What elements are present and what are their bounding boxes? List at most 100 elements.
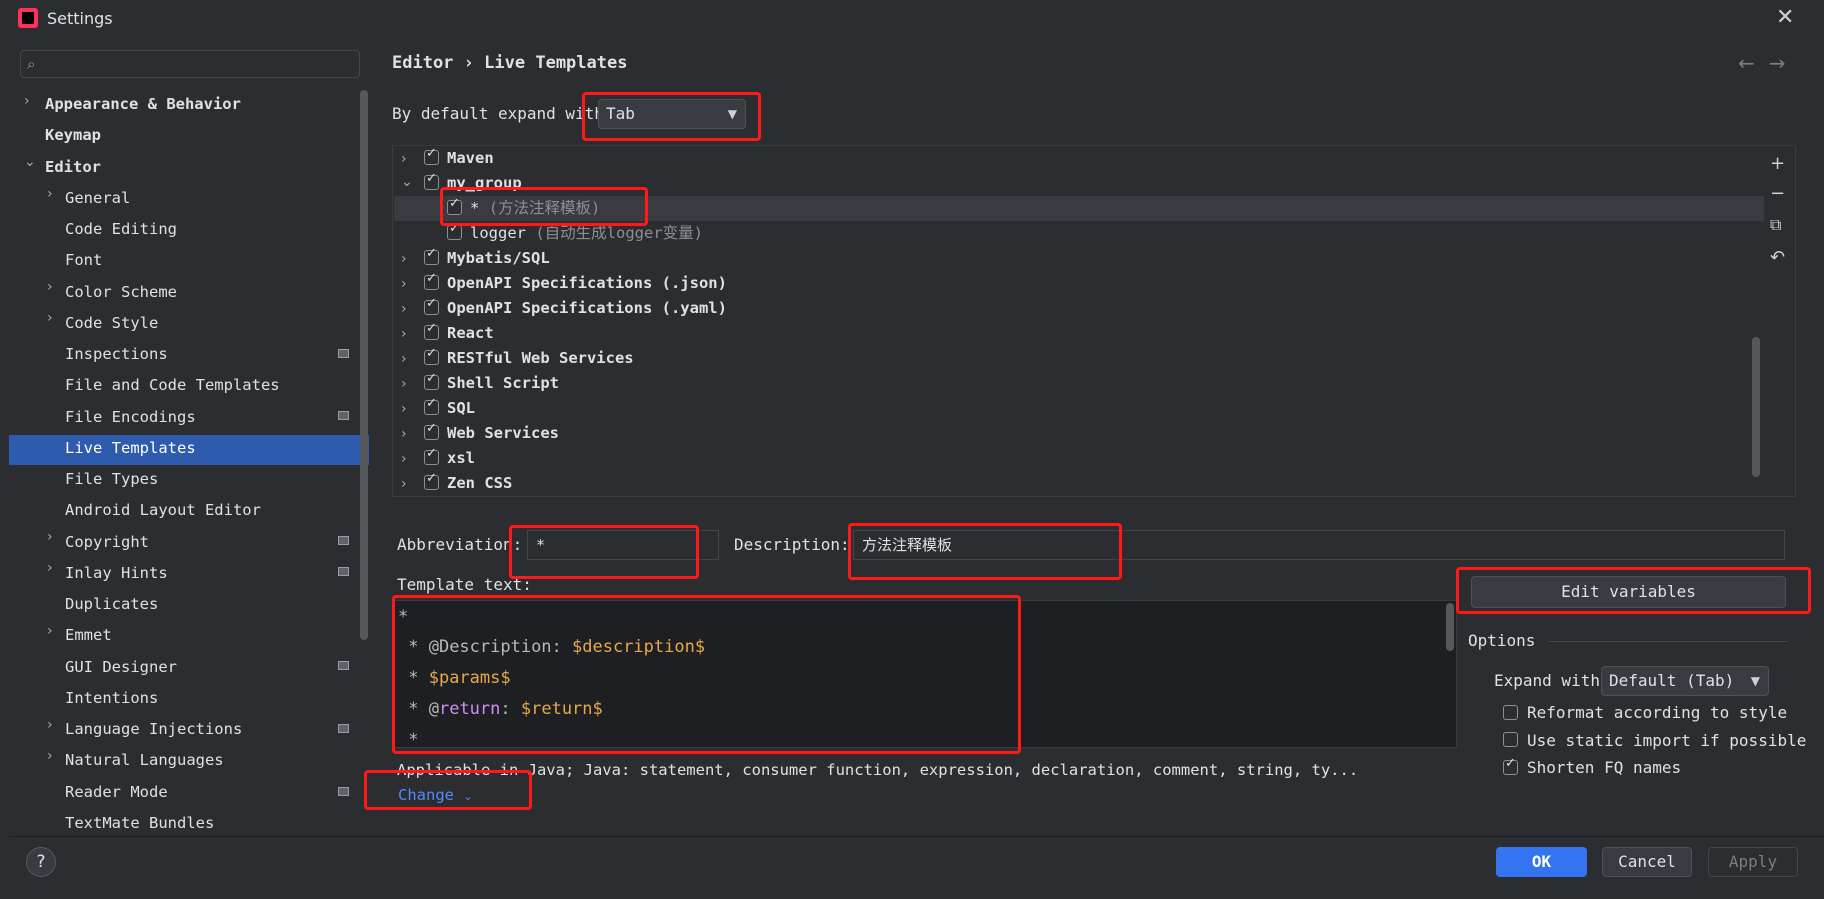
chevron-right-icon[interactable]: › [47, 279, 53, 295]
template-group-sql[interactable]: SQL [447, 395, 475, 421]
chevron-right-icon[interactable]: › [47, 529, 53, 545]
help-button[interactable]: ? [26, 847, 56, 877]
shorten-fq-checkbox[interactable] [1503, 756, 1518, 775]
template-item-logger[interactable]: logger (自动生成logger变量) [470, 220, 703, 246]
checkbox[interactable] [424, 296, 439, 315]
template-group-maven[interactable]: Maven [447, 145, 494, 171]
checkbox[interactable] [424, 171, 439, 190]
template-group-shell[interactable]: Shell Script [447, 370, 559, 396]
template-item-star[interactable]: * (方法注释模板) [470, 195, 600, 221]
checkbox[interactable] [447, 196, 462, 215]
default-expand-dropdown[interactable]: Tab ▼ [598, 99, 746, 129]
sidebar-item-code-style[interactable]: Code Style [65, 310, 158, 336]
back-arrow-icon[interactable]: ← [1738, 51, 1769, 75]
sidebar-item-language-injections[interactable]: Language Injections [65, 716, 242, 742]
sidebar-item-reader-mode[interactable]: Reader Mode [65, 779, 168, 805]
chevron-right-icon[interactable]: › [401, 426, 407, 442]
template-text-editor[interactable] [392, 600, 1457, 748]
abbreviation-field[interactable]: * [527, 530, 719, 560]
forward-arrow-icon[interactable]: → [1769, 51, 1800, 75]
shorten-fq-label[interactable]: Shorten FQ names [1527, 758, 1681, 777]
sidebar-item-natural-languages[interactable]: Natural Languages [65, 747, 224, 773]
description-field[interactable]: 方法注释模板 [853, 530, 1785, 560]
chevron-right-icon[interactable]: › [401, 151, 407, 167]
ok-button[interactable]: OK [1496, 847, 1587, 877]
sidebar-item-file-types[interactable]: File Types [65, 466, 158, 492]
chevron-right-icon[interactable]: › [401, 326, 407, 342]
sidebar-item-color-scheme[interactable]: Color Scheme [65, 279, 177, 305]
template-group-xsl[interactable]: xsl [447, 445, 475, 471]
checkbox[interactable] [424, 446, 439, 465]
template-group-my-group[interactable]: my_group [447, 170, 522, 196]
close-icon[interactable]: ✕ [1776, 5, 1794, 30]
change-contexts-link[interactable]: Change ⌄ [398, 786, 473, 804]
search-input[interactable] [20, 50, 360, 78]
sidebar-item-textmate-bundles[interactable]: TextMate Bundles [65, 810, 214, 836]
template-group-openapi-json[interactable]: OpenAPI Specifications (.json) [447, 270, 727, 296]
template-group-openapi-yaml[interactable]: OpenAPI Specifications (.yaml) [447, 295, 727, 321]
sidebar-item-font[interactable]: Font [65, 247, 102, 273]
checkbox[interactable] [424, 371, 439, 390]
cancel-button[interactable]: Cancel [1602, 847, 1692, 877]
sidebar-item-appearance[interactable]: Appearance & Behavior [45, 91, 241, 117]
add-icon[interactable]: + [1770, 153, 1785, 174]
chevron-right-icon[interactable]: › [401, 351, 407, 367]
sidebar-item-duplicates[interactable]: Duplicates [65, 591, 158, 617]
chevron-right-icon[interactable]: › [47, 623, 53, 639]
chevron-right-icon[interactable]: › [401, 476, 407, 492]
template-group-restful[interactable]: RESTful Web Services [447, 345, 634, 371]
chevron-right-icon[interactable]: › [401, 451, 407, 467]
sidebar-scrollbar[interactable] [360, 90, 368, 640]
template-group-zen-css[interactable]: Zen CSS [447, 470, 512, 496]
sidebar-item-inspections[interactable]: Inspections [65, 341, 168, 367]
chevron-down-icon[interactable]: ⌄ [401, 174, 413, 190]
reformat-checkbox[interactable] [1503, 705, 1518, 720]
checkbox[interactable] [424, 346, 439, 365]
sidebar-item-general[interactable]: General [65, 185, 130, 211]
restore-icon[interactable]: ↶ [1770, 247, 1785, 268]
sidebar-item-gui-designer[interactable]: GUI Designer [65, 654, 177, 680]
checkbox[interactable] [424, 321, 439, 340]
reformat-label[interactable]: Reformat according to style [1527, 703, 1787, 722]
static-import-checkbox[interactable] [1503, 732, 1518, 747]
sidebar-item-intentions[interactable]: Intentions [65, 685, 158, 711]
sidebar-item-copyright[interactable]: Copyright [65, 529, 149, 555]
sidebar-item-editor[interactable]: Editor [45, 154, 101, 180]
checkbox[interactable] [447, 221, 462, 240]
templates-scrollbar[interactable] [1752, 337, 1760, 477]
copy-icon[interactable]: ⧉ [1770, 215, 1781, 235]
checkbox[interactable] [424, 471, 439, 490]
checkbox[interactable] [424, 421, 439, 440]
breadcrumb-parent[interactable]: Editor [392, 53, 453, 73]
checkbox[interactable] [424, 246, 439, 265]
sidebar-item-file-encodings[interactable]: File Encodings [65, 404, 196, 430]
chevron-right-icon[interactable]: › [24, 93, 30, 109]
template-group-react[interactable]: React [447, 320, 494, 346]
chevron-down-icon[interactable]: ⌄ [24, 154, 36, 170]
static-import-label[interactable]: Use static import if possible [1527, 731, 1806, 750]
sidebar-item-emmet[interactable]: Emmet [65, 622, 112, 648]
chevron-right-icon[interactable]: › [47, 748, 53, 764]
sidebar-item-inlay-hints[interactable]: Inlay Hints [65, 560, 168, 586]
chevron-right-icon[interactable]: › [47, 186, 53, 202]
remove-icon[interactable]: − [1770, 183, 1785, 204]
sidebar-item-live-templates[interactable]: Live Templates [65, 435, 196, 461]
chevron-right-icon[interactable]: › [401, 301, 407, 317]
chevron-right-icon[interactable]: › [47, 310, 53, 326]
template-group-web-services[interactable]: Web Services [447, 420, 559, 446]
apply-button[interactable]: Apply [1708, 847, 1798, 877]
edit-variables-button[interactable]: Edit variables [1471, 576, 1786, 608]
chevron-right-icon[interactable]: › [401, 251, 407, 267]
sidebar-item-keymap[interactable]: Keymap [45, 122, 101, 148]
chevron-right-icon[interactable]: › [47, 560, 53, 576]
checkbox[interactable] [424, 146, 439, 165]
chevron-right-icon[interactable]: › [401, 276, 407, 292]
template-group-mybatis[interactable]: Mybatis/SQL [447, 245, 550, 271]
sidebar-item-code-editing[interactable]: Code Editing [65, 216, 177, 242]
checkbox[interactable] [424, 396, 439, 415]
chevron-right-icon[interactable]: › [47, 717, 53, 733]
sidebar-item-android-layout-editor[interactable]: Android Layout Editor [65, 497, 261, 523]
editor-scrollbar[interactable] [1446, 603, 1454, 651]
sidebar-item-file-code-templates[interactable]: File and Code Templates [65, 372, 280, 398]
expand-with-dropdown[interactable]: Default (Tab) ▼ [1601, 666, 1769, 696]
